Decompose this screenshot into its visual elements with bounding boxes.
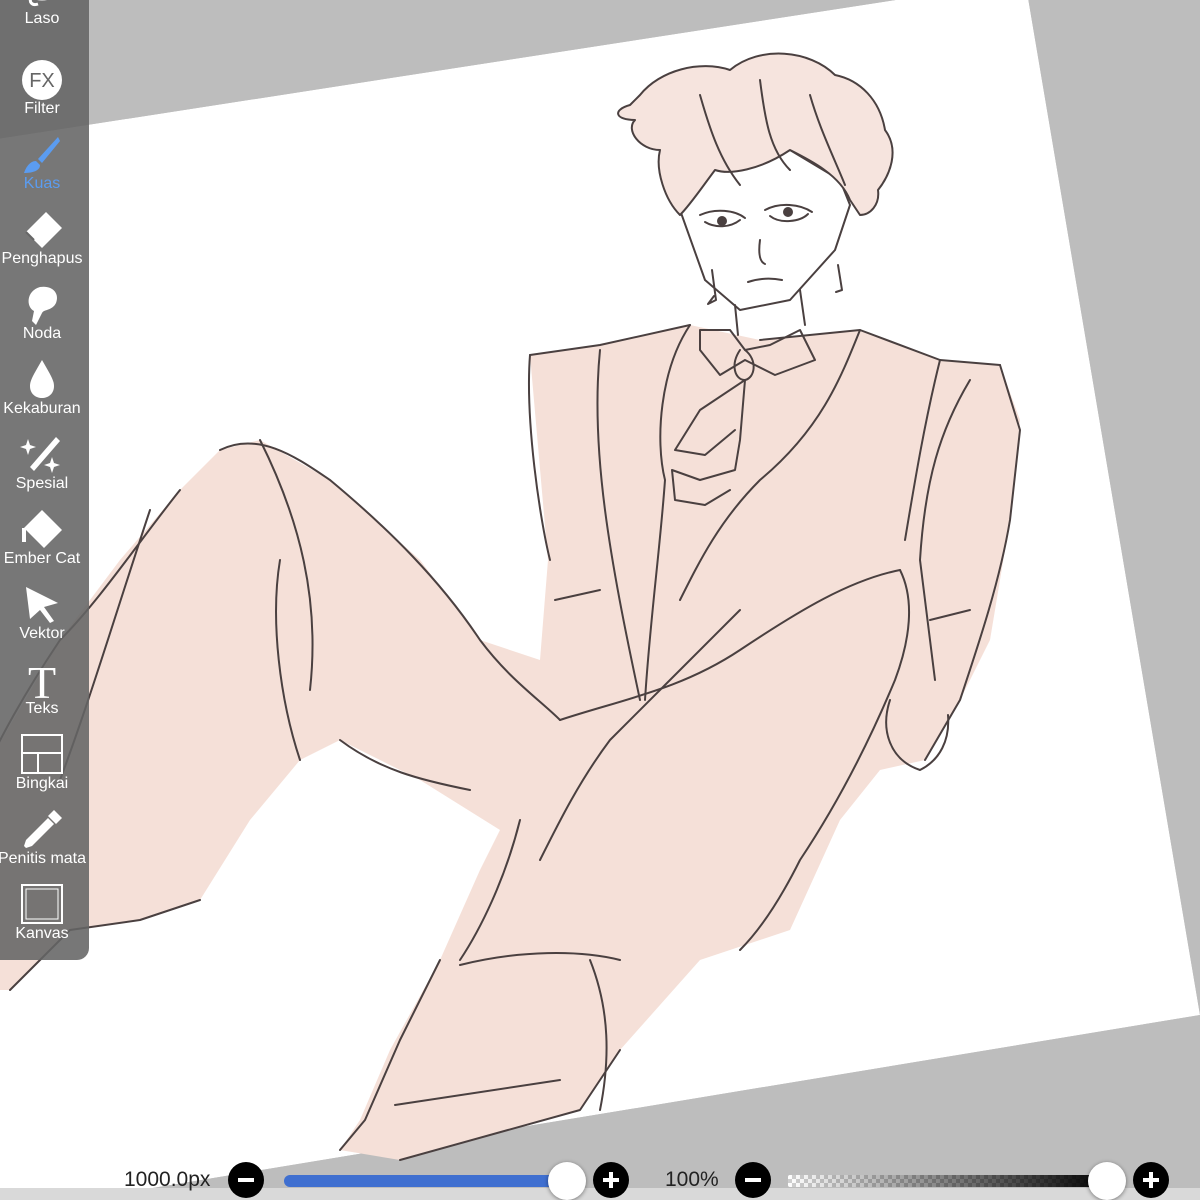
svg-text:T: T bbox=[28, 658, 56, 702]
tool-label: Ember Cat bbox=[3, 550, 81, 567]
brush-size-slider-knob[interactable] bbox=[548, 1162, 586, 1200]
brush-size-increase-button[interactable] bbox=[593, 1162, 629, 1198]
tool-lasso[interactable]: Laso bbox=[0, 0, 84, 43]
tool-label: Kekaburan bbox=[3, 400, 81, 417]
vector-arrow-icon bbox=[20, 583, 64, 627]
eyedropper-icon bbox=[20, 808, 64, 852]
svg-text:FX: FX bbox=[29, 70, 55, 92]
drawing-app: Laso FX Filter Kuas Penghapus Noda Kekab… bbox=[0, 0, 1200, 1200]
brush-size-decrease-button[interactable] bbox=[228, 1162, 264, 1198]
tool-vector[interactable]: Vektor bbox=[0, 583, 84, 658]
opacity-slider-knob[interactable] bbox=[1088, 1162, 1126, 1200]
tool-label: Noda bbox=[22, 325, 62, 342]
opacity-slider[interactable] bbox=[788, 1175, 1108, 1187]
blur-drop-icon bbox=[20, 358, 64, 402]
tool-blur[interactable]: Kekaburan bbox=[0, 358, 84, 433]
tool-smudge[interactable]: Noda bbox=[0, 283, 84, 358]
tool-panel: Laso FX Filter Kuas Penghapus Noda Kekab… bbox=[0, 0, 89, 960]
tool-special[interactable]: Spesial bbox=[0, 433, 84, 508]
tool-label: Filter bbox=[24, 100, 60, 117]
tool-label: Vektor bbox=[19, 625, 65, 642]
brush-icon bbox=[20, 133, 64, 177]
opacity-increase-button[interactable] bbox=[1133, 1162, 1169, 1198]
tool-label: Spesial bbox=[15, 475, 69, 492]
tool-label: Laso bbox=[24, 10, 60, 27]
opacity-decrease-button[interactable] bbox=[735, 1162, 771, 1198]
smudge-icon bbox=[20, 283, 64, 327]
paint-bucket-icon bbox=[20, 508, 64, 552]
tool-label: Penghapus bbox=[1, 250, 83, 267]
frame-icon bbox=[20, 733, 64, 777]
tool-eraser[interactable]: Penghapus bbox=[0, 208, 84, 283]
tool-paint-bucket[interactable]: Ember Cat bbox=[0, 508, 84, 583]
plus-icon bbox=[1143, 1172, 1159, 1188]
brush-size-value: 1000.0px bbox=[124, 1168, 211, 1191]
plus-icon bbox=[603, 1172, 619, 1188]
tool-label: Kanvas bbox=[15, 925, 69, 942]
drawing-canvas[interactable] bbox=[0, 0, 1200, 1200]
tool-brush[interactable]: Kuas bbox=[0, 133, 84, 208]
eraser-icon bbox=[20, 208, 64, 252]
canvas-icon bbox=[20, 883, 64, 927]
text-icon: T bbox=[20, 657, 64, 708]
tool-text[interactable]: T Teks bbox=[0, 657, 84, 733]
minus-icon bbox=[238, 1178, 254, 1182]
fx-icon: FX bbox=[20, 58, 64, 102]
minus-icon bbox=[745, 1178, 761, 1182]
tool-canvas[interactable]: Kanvas bbox=[0, 883, 84, 958]
brush-size-slider[interactable] bbox=[284, 1175, 569, 1187]
tool-label: Kuas bbox=[23, 175, 61, 192]
tool-label: Penitis mata bbox=[0, 850, 87, 867]
tool-frame[interactable]: Bingkai bbox=[0, 733, 84, 808]
tool-label: Teks bbox=[25, 700, 59, 717]
magic-wand-icon bbox=[20, 433, 64, 477]
opacity-value: 100% bbox=[665, 1168, 719, 1191]
tool-label: Bingkai bbox=[15, 775, 69, 792]
tool-eyedropper[interactable]: Penitis mata bbox=[0, 808, 86, 883]
tool-filter[interactable]: FX Filter bbox=[0, 58, 84, 133]
